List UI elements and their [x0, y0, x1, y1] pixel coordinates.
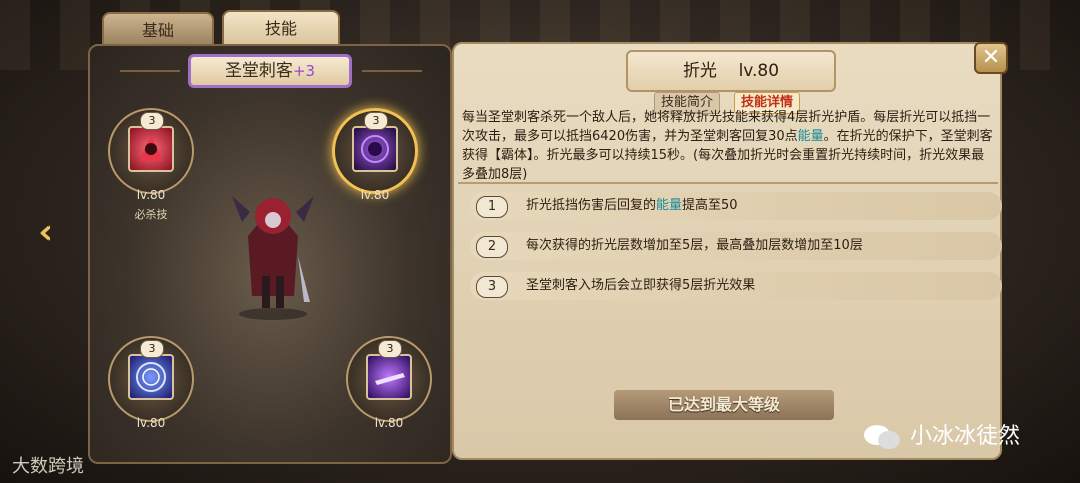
watermark-right-text: 小冰冰徒然: [910, 424, 1021, 449]
red-hooded-assassin-icon: [128, 126, 174, 172]
skill-level: lv.80: [136, 416, 166, 430]
ultimate-tag: 必杀技: [134, 208, 168, 221]
banner-ornament-right: [362, 70, 422, 72]
hero-name-banner: 圣堂刺客+3: [188, 54, 352, 88]
skill-description: 每当圣堂刺客杀死一个敌人后，她将释放折光技能来获得4层折光护盾。每层折光可以抵挡…: [458, 108, 998, 184]
upgrade-text: 圣堂刺客入场后会立即获得5层折光效果: [526, 278, 756, 293]
upgrade-number: 2: [476, 236, 508, 258]
max-level-banner: 已达到最大等级: [614, 390, 834, 420]
skill-badge: 3: [364, 112, 388, 130]
watermark-left-text: 大数跨境: [12, 456, 84, 477]
skill-badge: 3: [140, 340, 164, 358]
skill-detail-panel: 折光 lv.80 技能简介 技能详情 每当圣堂刺客杀死一个敌人后，她将释放折光技…: [452, 42, 1002, 460]
purple-blade-strike-icon: [366, 354, 412, 400]
skill-badge: 3: [140, 112, 164, 130]
upgrade-row-3: 3 圣堂刺客入场后会立即获得5层折光效果: [470, 272, 1002, 300]
skill-title: 折光: [682, 61, 717, 81]
banner-ornament-left: [120, 70, 180, 72]
skill-title-level: lv.80: [738, 61, 780, 81]
skill-title-plate: 折光 lv.80: [626, 50, 836, 92]
skill-level: lv.80: [374, 416, 404, 430]
wechat-icon: [864, 425, 900, 449]
blue-rune-circle-icon: [128, 354, 174, 400]
upgrade-row-1: 1 折光抵挡伤害后回复的能量提高至50: [470, 192, 1002, 220]
upgrade-text: 每次获得的折光层数增加至5层，最高叠加层数增加至10层: [526, 238, 863, 253]
close-button[interactable]: ✕: [974, 42, 1008, 74]
skill-node-2[interactable]: 3 lv.80: [330, 108, 420, 208]
skill-level: lv.80: [360, 188, 390, 202]
watermark-right: 小冰冰徒然: [862, 418, 1020, 451]
skill-node-1[interactable]: 3 lv.80 必杀技: [106, 108, 196, 221]
skill-node-3[interactable]: 3 lv.80: [106, 336, 196, 436]
upgrade-text: 折光抵挡伤害后回复的能量提高至50: [526, 198, 738, 213]
hero-character-figure: [232, 196, 314, 320]
desc-highlight-energy: 能量: [797, 129, 824, 144]
tab-basic[interactable]: 基础: [102, 12, 214, 46]
upgrade-number: 1: [476, 196, 508, 218]
previous-hero-chevron-icon[interactable]: ‹‹: [38, 212, 54, 252]
hero-plus: +3: [292, 62, 316, 80]
skill-badge: 3: [378, 340, 402, 358]
hero-name: 圣堂刺客: [224, 61, 293, 81]
watermark-left: 大数跨境: [12, 452, 84, 478]
tab-skill[interactable]: 技能: [222, 10, 340, 48]
upgrade-number: 3: [476, 276, 508, 298]
purple-dark-orb-icon: [352, 126, 398, 172]
skill-level: lv.80: [136, 188, 166, 202]
skill-node-4[interactable]: 3 lv.80: [344, 336, 434, 436]
upgrade-row-2: 2 每次获得的折光层数增加至5层，最高叠加层数增加至10层: [470, 232, 1002, 260]
